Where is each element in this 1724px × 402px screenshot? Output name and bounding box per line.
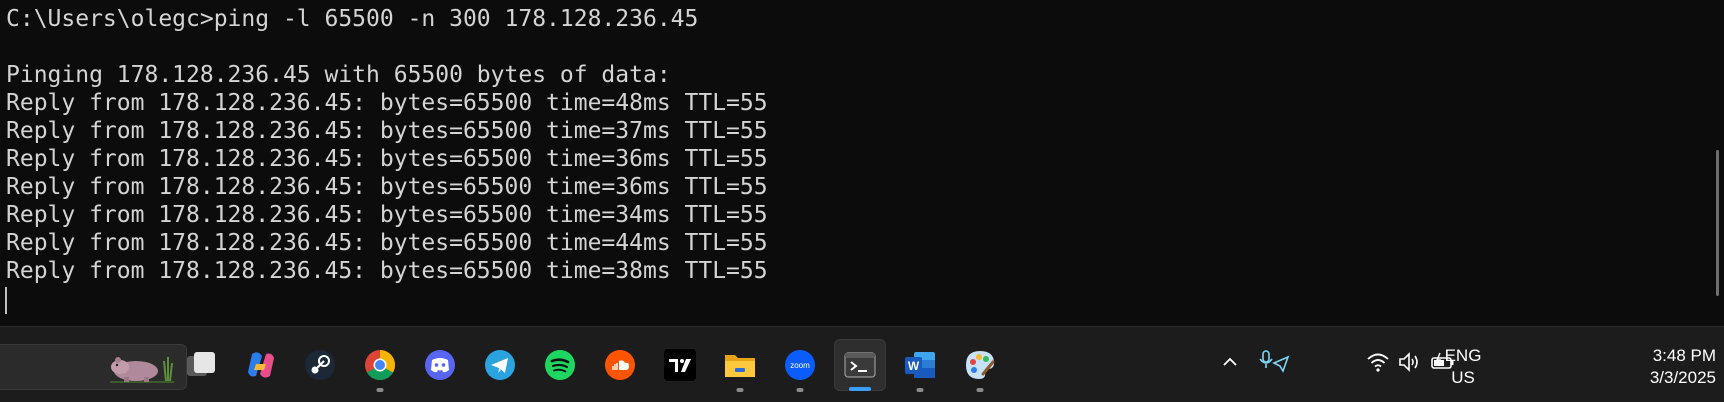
active-indicator bbox=[849, 387, 871, 391]
soundcloud-icon bbox=[605, 350, 635, 380]
steam-button[interactable] bbox=[294, 339, 346, 391]
file-explorer-button[interactable] bbox=[714, 339, 766, 392]
terminal-line: Reply from 178.128.236.45: bytes=65500 t… bbox=[6, 174, 768, 200]
zoom-label: zoom bbox=[790, 361, 810, 370]
battery-icon bbox=[1431, 352, 1454, 369]
task-view-icon bbox=[187, 352, 215, 376]
terminal-line: Reply from 178.128.236.45: bytes=65500 t… bbox=[6, 258, 768, 284]
terminal-line: Reply from 178.128.236.45: bytes=65500 t… bbox=[6, 146, 768, 172]
copilot-icon bbox=[248, 352, 274, 378]
running-indicator bbox=[736, 388, 744, 392]
word-icon: W bbox=[905, 352, 935, 378]
weather-widget[interactable] bbox=[0, 344, 187, 390]
task-view-button[interactable] bbox=[175, 339, 227, 391]
tradingview-button[interactable] bbox=[654, 339, 706, 391]
microphone-location-indicator[interactable] bbox=[1258, 349, 1292, 380]
terminal-line: Reply from 178.128.236.45: bytes=65500 t… bbox=[6, 202, 768, 228]
battery-button[interactable] bbox=[1430, 351, 1456, 378]
running-indicator bbox=[916, 388, 924, 392]
show-hidden-icons-button[interactable] bbox=[1220, 352, 1240, 377]
telegram-button[interactable] bbox=[474, 339, 526, 391]
taskbar: zoom W ENG US 3:48 PM 3/3/2025 bbox=[0, 326, 1724, 402]
discord-icon bbox=[425, 350, 455, 380]
microphone-location-icon bbox=[1259, 350, 1290, 373]
telegram-icon bbox=[485, 350, 515, 380]
clock-time: 3:48 PM bbox=[1652, 346, 1716, 365]
paint-button[interactable] bbox=[954, 339, 1006, 392]
wifi-icon bbox=[1367, 353, 1389, 372]
spotify-button[interactable] bbox=[534, 339, 586, 391]
terminal-line: Reply from 178.128.236.45: bytes=65500 t… bbox=[6, 90, 768, 116]
terminal-line: C:\Users\olegc>ping -l 65500 -n 300 178.… bbox=[6, 6, 699, 32]
scrollbar-thumb[interactable] bbox=[1716, 150, 1719, 296]
terminal-window[interactable]: C:\Users\olegc>ping -l 65500 -n 300 178.… bbox=[0, 0, 1724, 326]
copilot-button[interactable] bbox=[235, 339, 287, 391]
discord-button[interactable] bbox=[414, 339, 466, 391]
terminal-button[interactable] bbox=[834, 339, 886, 391]
terminal-line: Reply from 178.128.236.45: bytes=65500 t… bbox=[6, 230, 768, 256]
word-button[interactable]: W bbox=[894, 339, 946, 392]
running-indicator bbox=[376, 388, 384, 392]
spotify-icon bbox=[545, 350, 575, 380]
paint-icon bbox=[966, 351, 995, 379]
terminal-line: Reply from 178.128.236.45: bytes=65500 t… bbox=[6, 118, 768, 144]
running-indicator bbox=[796, 388, 804, 392]
folder-icon bbox=[725, 355, 755, 377]
volume-icon bbox=[1399, 352, 1418, 372]
terminal-output[interactable]: C:\Users\olegc>ping -l 65500 -n 300 178.… bbox=[6, 5, 768, 285]
chevron-up-icon bbox=[1223, 357, 1237, 366]
tradingview-icon bbox=[664, 349, 696, 381]
hippo-icon bbox=[110, 357, 174, 383]
zoom-icon: zoom bbox=[785, 350, 815, 380]
network-button[interactable] bbox=[1366, 351, 1390, 378]
clock[interactable]: 3:48 PM 3/3/2025 bbox=[1610, 345, 1716, 389]
chrome-button[interactable] bbox=[354, 339, 406, 392]
clock-date: 3/3/2025 bbox=[1649, 368, 1716, 387]
terminal-icon bbox=[844, 352, 876, 378]
running-indicator bbox=[976, 388, 984, 392]
zoom-button[interactable]: zoom bbox=[774, 339, 826, 392]
terminal-line: Pinging 178.128.236.45 with 65500 bytes … bbox=[6, 62, 671, 88]
volume-button[interactable] bbox=[1398, 351, 1422, 378]
word-label: W bbox=[908, 359, 920, 373]
text-cursor bbox=[5, 287, 7, 314]
soundcloud-button[interactable] bbox=[594, 339, 646, 391]
chrome-icon bbox=[365, 350, 396, 381]
steam-icon bbox=[305, 350, 335, 380]
